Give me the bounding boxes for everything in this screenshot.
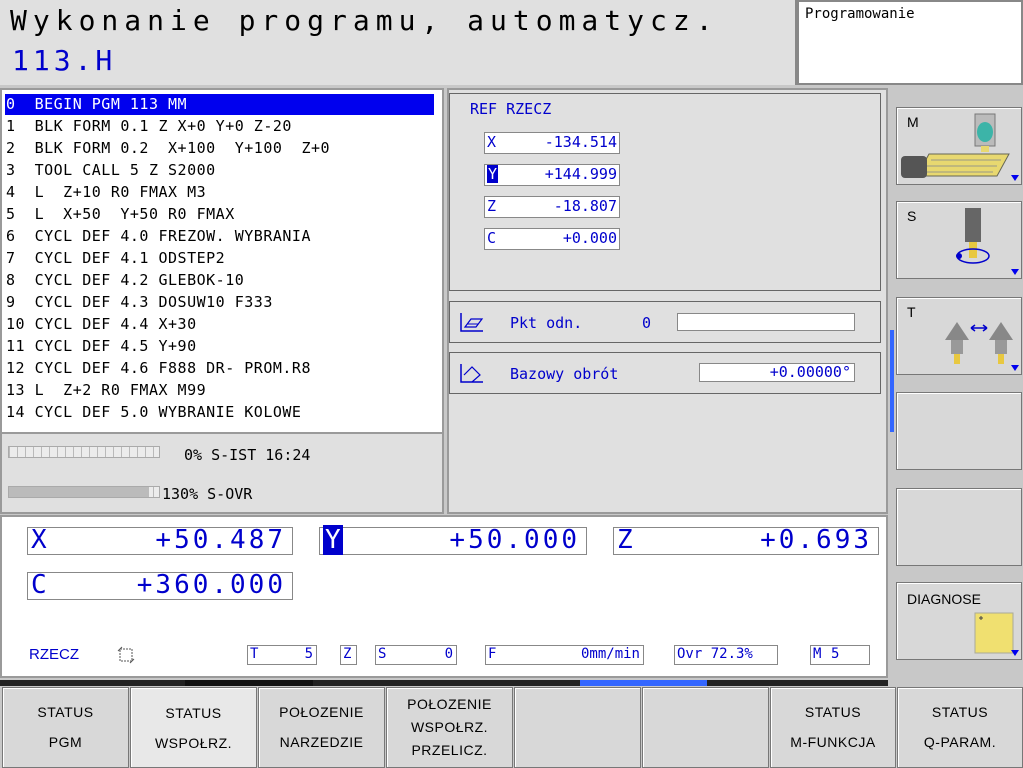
position-axis-z: Z +0.693 bbox=[613, 525, 879, 555]
datum-number: 0 bbox=[642, 314, 652, 332]
secondary-mode-label[interactable]: Programowanie bbox=[797, 0, 1023, 85]
program-line[interactable]: 12 CYCL DEF 4.6 F888 DR- PROM.R8 bbox=[6, 358, 311, 379]
softkey-label: S bbox=[907, 208, 917, 224]
program-listing[interactable]: 0 BEGIN PGM 113 MM 1 BLK FORM 0.1 Z X+0 … bbox=[0, 88, 444, 434]
softkey-label: STATUS bbox=[165, 705, 222, 721]
softkey-label: NARZEDZIE bbox=[279, 734, 364, 750]
ref-axis-y: Y +144.999 bbox=[484, 164, 620, 186]
softkey-m-functions[interactable]: M bbox=[896, 107, 1022, 185]
program-line[interactable]: 0 BEGIN PGM 113 MM bbox=[5, 94, 434, 115]
softkey-empty-5[interactable] bbox=[514, 687, 641, 768]
softkey-empty-5[interactable] bbox=[896, 488, 1022, 566]
softkey-scroll-indicator[interactable] bbox=[890, 330, 894, 432]
softkey-page-bar bbox=[0, 680, 888, 686]
softkey-spindle[interactable]: S bbox=[896, 201, 1022, 279]
program-line[interactable]: 9 CYCL DEF 4.3 DOSUW10 F333 bbox=[6, 292, 273, 313]
softkey-label: STATUS bbox=[37, 704, 94, 720]
softkey-label: POŁOZENIE bbox=[407, 696, 492, 712]
softkey-tool[interactable]: T bbox=[896, 297, 1022, 375]
ref-axis-z: Z -18.807 bbox=[484, 196, 620, 218]
position-axis-y: Y +50.000 bbox=[319, 525, 587, 555]
softkey-tool-position[interactable]: POŁOZENIE NARZEDZIE bbox=[258, 687, 385, 768]
machine-table-icon bbox=[901, 113, 1010, 178]
ref-position-box bbox=[449, 93, 881, 291]
program-line[interactable]: 13 L Z+2 R0 FMAX M99 bbox=[6, 380, 206, 401]
spindle-actual-text: 0% S-IST 16:24 bbox=[184, 446, 311, 464]
spindle-speed-field: S0 bbox=[375, 645, 457, 665]
program-line[interactable]: 2 BLK FORM 0.2 X+100 Y+100 Z+0 bbox=[6, 138, 330, 159]
softkey-coordinate-transform[interactable]: POŁOZENIE WSPOŁRZ. PRZELICZ. bbox=[386, 687, 513, 768]
softkey-status-coordinates[interactable]: STATUS WSPOŁRZ. bbox=[130, 687, 257, 768]
program-line[interactable]: 3 TOOL CALL 5 Z S2000 bbox=[6, 160, 216, 181]
softkey-status-pgm[interactable]: STATUS PGM bbox=[2, 687, 129, 768]
ref-position-title: REF RZECZ bbox=[470, 100, 552, 118]
spindle-load-panel: 0% S-IST 16:24 130% S-OVR bbox=[0, 434, 444, 514]
program-line[interactable]: 10 CYCL DEF 4.4 X+30 bbox=[6, 314, 197, 335]
softkey-page-segment bbox=[185, 680, 313, 686]
softkey-label: WSPOŁRZ. bbox=[154, 735, 233, 751]
program-name: 113.H bbox=[12, 44, 117, 77]
datum-value-field bbox=[677, 313, 855, 331]
softkey-label: T bbox=[907, 304, 916, 320]
feed-field: F 0mm/min bbox=[485, 645, 644, 665]
spindle-icon bbox=[956, 208, 990, 264]
operating-mode-title: Wykonanie programu, automatycz. bbox=[10, 4, 719, 37]
softkey-empty-6[interactable] bbox=[642, 687, 769, 768]
ref-axis-x: X -134.514 bbox=[484, 132, 620, 154]
datum-label: Pkt odn. bbox=[510, 314, 583, 332]
position-mode-label: RZECZ bbox=[29, 646, 79, 663]
ref-axis-c: C +0.000 bbox=[484, 228, 620, 250]
softkey-diagnose[interactable]: DIAGNOSE bbox=[896, 582, 1022, 660]
softkey-status-q-parameters[interactable]: STATUS Q-PARAM. bbox=[897, 687, 1023, 768]
program-line[interactable]: 7 CYCL DEF 4.1 ODSTEP2 bbox=[6, 248, 225, 269]
rotation-icon bbox=[460, 364, 483, 383]
rotation-value: +0.00000° bbox=[699, 363, 855, 382]
program-line[interactable]: 5 L X+50 Y+50 R0 FMAX bbox=[6, 204, 235, 225]
m-function-field: M5 bbox=[810, 645, 870, 665]
softkey-label: STATUS bbox=[931, 704, 989, 720]
program-line[interactable]: 8 CYCL DEF 4.2 GLEBOK-10 bbox=[6, 270, 244, 291]
program-line[interactable]: 4 L Z+10 R0 FMAX M3 bbox=[6, 182, 206, 203]
tool-number-field: T5 bbox=[247, 645, 317, 665]
datum-shift-icon bbox=[117, 646, 135, 664]
datum-icon bbox=[460, 313, 484, 332]
program-line[interactable]: 11 CYCL DEF 4.5 Y+90 bbox=[6, 336, 197, 357]
position-axis-c: C +360.000 bbox=[27, 570, 293, 600]
softkey-page-segment-active bbox=[580, 680, 707, 686]
softkey-label: PGM bbox=[48, 734, 83, 750]
softkey-label: DIAGNOSE bbox=[907, 591, 981, 607]
softkey-empty-4[interactable] bbox=[896, 392, 1022, 470]
softkey-label: PRZELICZ. bbox=[411, 742, 488, 758]
softkey-label: POŁOZENIE bbox=[279, 704, 364, 720]
override-field: Ovr 72.3% bbox=[674, 645, 778, 665]
softkey-label: M-FUNKCJA bbox=[790, 734, 876, 750]
position-axis-x: X +50.487 bbox=[27, 525, 293, 555]
softkey-status-m-functions[interactable]: STATUS M-FUNKCJA bbox=[770, 687, 896, 768]
program-line[interactable]: 1 BLK FORM 0.1 Z X+0 Y+0 Z-20 bbox=[6, 116, 292, 137]
tool-icon bbox=[945, 322, 1013, 364]
tool-axis-field: Z bbox=[340, 645, 357, 665]
spindle-actual-bar bbox=[8, 446, 160, 458]
program-line[interactable]: 14 CYCL DEF 5.0 WYBRANIE KOLOWE bbox=[6, 402, 301, 423]
softkey-label: WSPOŁRZ. bbox=[410, 719, 489, 735]
rotation-label: Bazowy obrót bbox=[510, 365, 619, 383]
program-line[interactable]: 6 CYCL DEF 4.0 FREZOW. WYBRANIA bbox=[6, 226, 311, 247]
softkey-label: STATUS bbox=[804, 704, 862, 720]
softkey-label: Q-PARAM. bbox=[923, 734, 997, 750]
spindle-override-bar bbox=[8, 486, 160, 498]
spindle-override-text: 130% S-OVR bbox=[162, 485, 253, 503]
